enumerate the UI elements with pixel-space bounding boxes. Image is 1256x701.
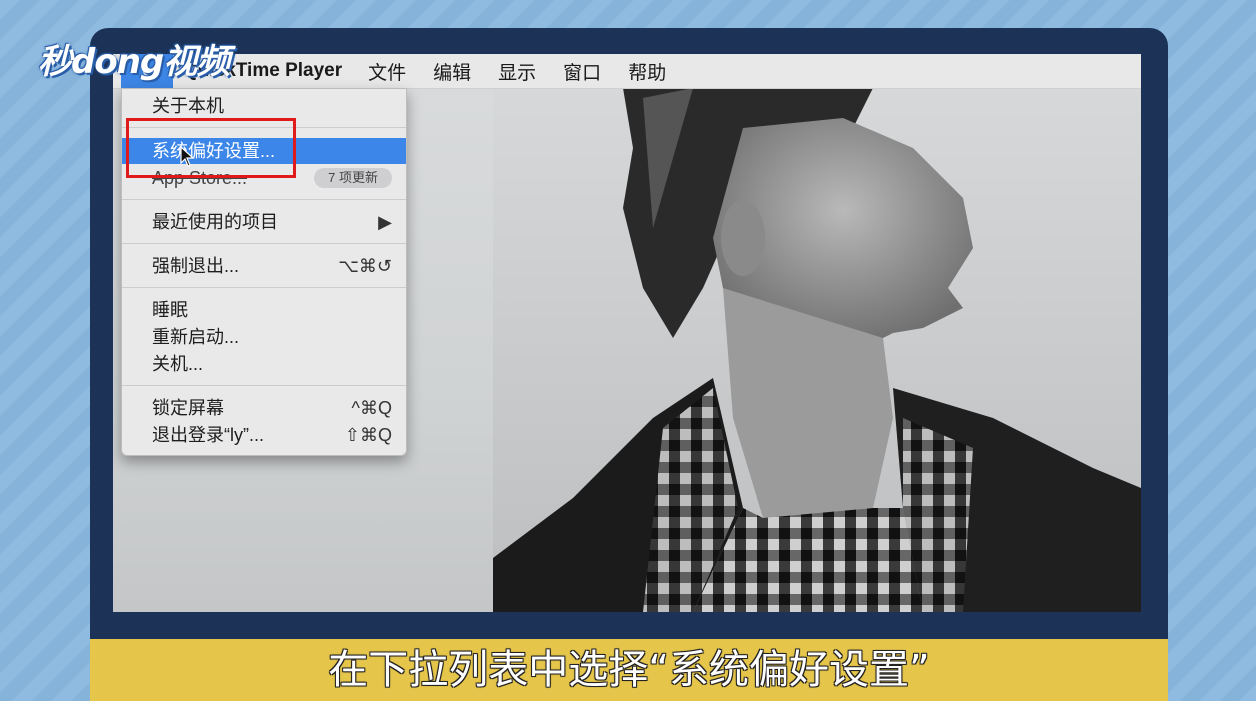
- menu-file[interactable]: 文件: [368, 58, 406, 85]
- menu-separator: [122, 287, 406, 288]
- menu-separator: [122, 243, 406, 244]
- menu-separator: [122, 199, 406, 200]
- menu-item-label: 强制退出...: [152, 256, 240, 276]
- menu-item-label: 睡眠: [152, 300, 188, 320]
- menu-item-label: 关机...: [152, 354, 204, 374]
- menu-item-label: 关于本机: [152, 96, 224, 116]
- menu-item-shutdown[interactable]: 关机...: [122, 351, 406, 377]
- subtitle-caption: 在下拉列表中选择“系统偏好设置”: [90, 639, 1168, 701]
- menu-item-restart[interactable]: 重新启动...: [122, 324, 406, 350]
- shortcut-label: ⇧⌘Q: [344, 425, 392, 445]
- menu-item-about[interactable]: 关于本机: [122, 93, 406, 119]
- menu-item-recent-items[interactable]: 最近使用的项目 ▶: [122, 209, 406, 235]
- menu-item-sleep[interactable]: 睡眠: [122, 297, 406, 323]
- menu-help[interactable]: 帮助: [628, 58, 666, 85]
- submenu-arrow-icon: ▶: [378, 212, 392, 232]
- background-photo: [493, 88, 1141, 612]
- shortcut-label: ^⌘Q: [351, 398, 392, 418]
- menu-item-force-quit[interactable]: 强制退出... ⌥⌘↺: [122, 253, 406, 279]
- mouse-pointer-icon: [180, 146, 195, 167]
- menu-item-lock-screen[interactable]: 锁定屏幕 ^⌘Q: [122, 395, 406, 421]
- update-badge: 7 项更新: [314, 168, 392, 188]
- menu-bar: ● QuickTime Player 文件 编辑 显示 窗口 帮助: [113, 54, 1141, 89]
- menu-item-label: 最近使用的项目: [152, 212, 278, 232]
- watermark-logo: 秒dong视频: [38, 42, 230, 82]
- shortcut-label: ⌥⌘↺: [338, 256, 392, 276]
- menu-separator: [122, 385, 406, 386]
- menu-item-label: 重新启动...: [152, 327, 240, 347]
- menu-item-label: 锁定屏幕: [152, 398, 224, 418]
- annotation-highlight-box: [126, 118, 296, 178]
- menu-window[interactable]: 窗口: [563, 58, 601, 85]
- menu-edit[interactable]: 编辑: [433, 58, 471, 85]
- menu-item-label: 退出登录“ly”...: [152, 425, 264, 445]
- menu-view[interactable]: 显示: [498, 58, 536, 85]
- menu-item-logout[interactable]: 退出登录“ly”... ⇧⌘Q: [122, 422, 406, 448]
